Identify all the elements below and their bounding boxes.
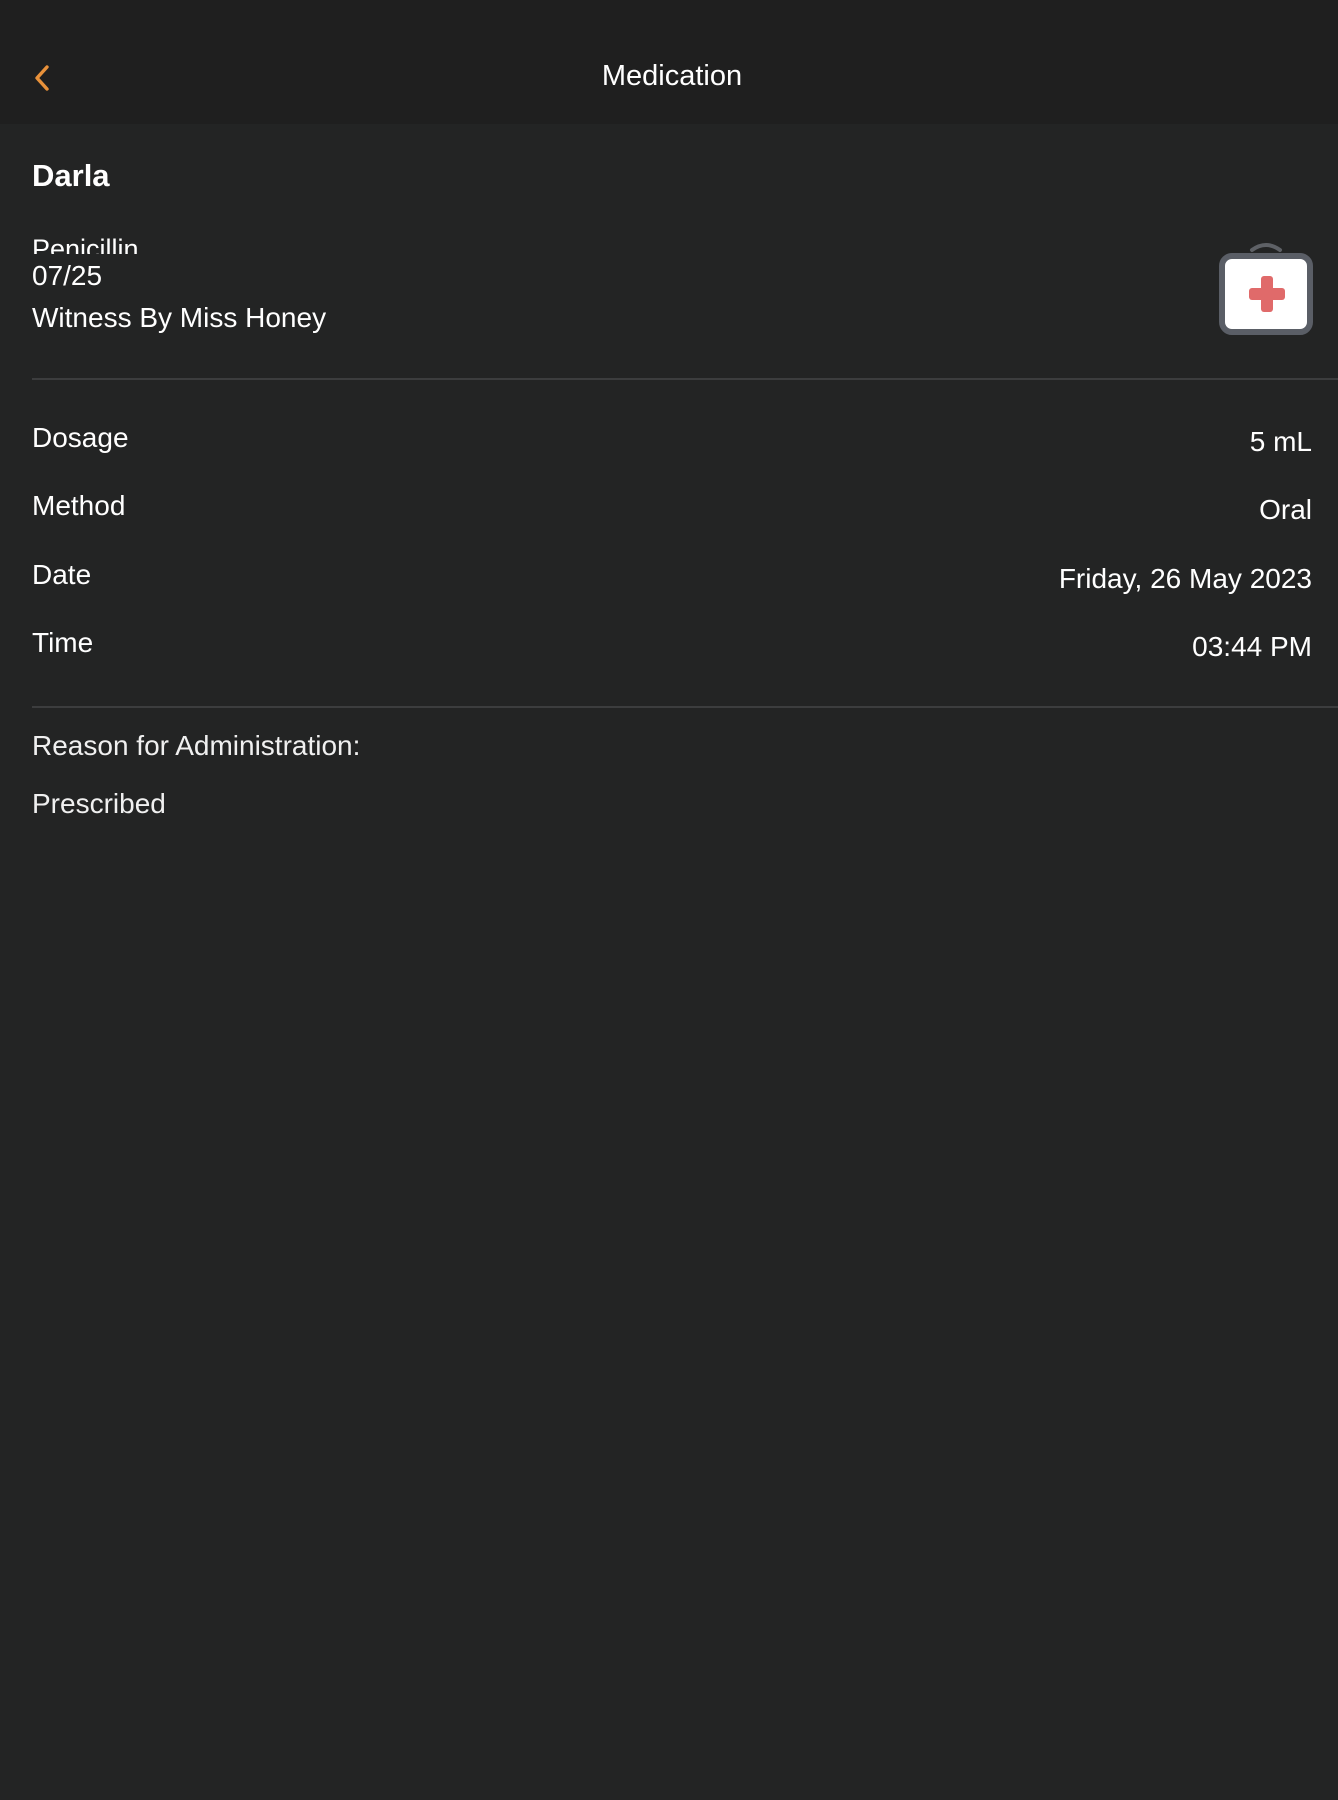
- medication-name-container: Penicillin: [32, 234, 432, 254]
- time-value: 03:44 PM: [1192, 631, 1312, 662]
- patient-name: Darla: [32, 158, 110, 193]
- reason-value: Prescribed: [32, 788, 166, 819]
- method-value: Oral: [1259, 494, 1312, 525]
- date-value: Friday, 26 May 2023: [1058, 563, 1312, 594]
- date-label: Date: [32, 559, 92, 590]
- reason-heading: Reason for Administration:: [32, 730, 361, 761]
- page-title: Medication: [601, 60, 743, 92]
- medication-name: Penicillin: [32, 234, 139, 254]
- medication-detail-screen: Medication Darla Penicillin 07/25 Witnes…: [0, 0, 1338, 1800]
- dosage-label: Dosage: [32, 422, 129, 453]
- section-divider: [32, 706, 1338, 708]
- navigation-bar: Medication: [0, 0, 1338, 124]
- medication-date-short: 07/25: [32, 260, 103, 291]
- section-divider: [32, 378, 1338, 380]
- witness-label: Witness By Miss Honey: [32, 302, 327, 333]
- first-aid-kit-icon: [1219, 243, 1313, 335]
- time-label: Time: [32, 627, 94, 658]
- method-label: Method: [32, 490, 126, 521]
- dosage-value: 5 mL: [1249, 426, 1312, 457]
